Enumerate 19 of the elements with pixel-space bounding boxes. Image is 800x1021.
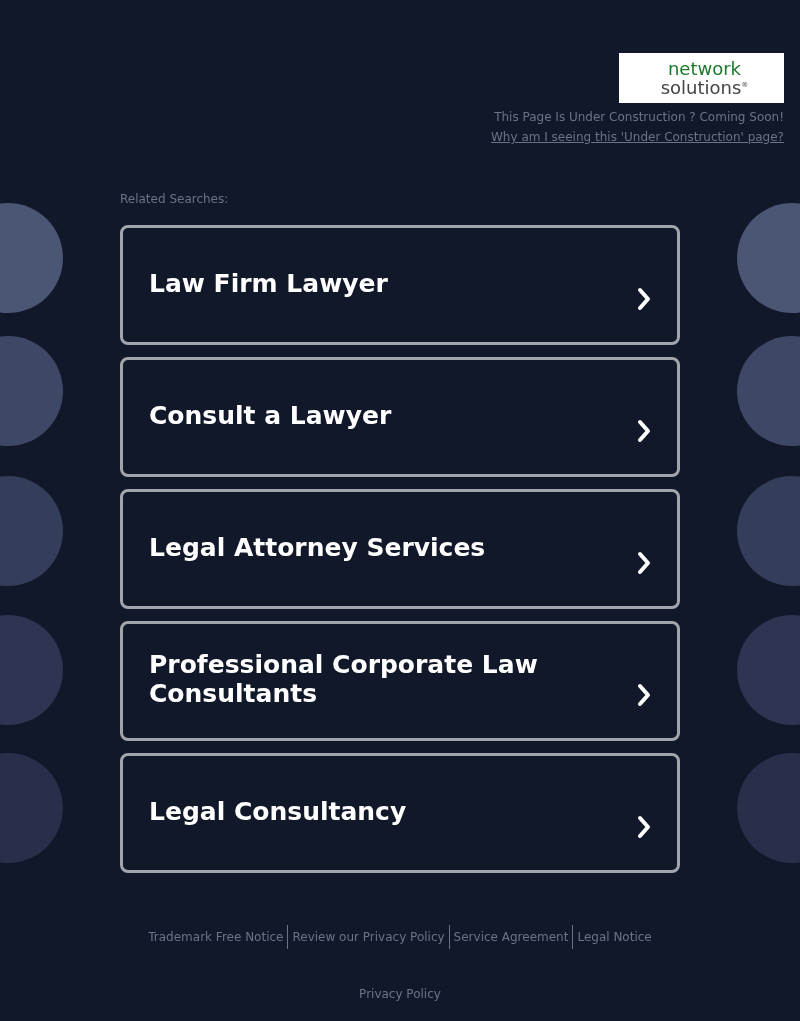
footer-link[interactable]: Review our Privacy Policy [288,930,449,944]
search-link-card[interactable]: Professional Corporate Law Consultants [120,621,680,741]
search-link-card[interactable]: Legal Attorney Services [120,489,680,609]
construction-notice: This Page Is Under Construction ? Coming Soon! [494,110,784,124]
footer-link[interactable]: Trademark Free Notice [144,930,288,944]
footer-link[interactable]: Service Agreement [449,930,573,944]
footer-link[interactable]: Legal Notice [573,930,656,944]
search-link-card[interactable]: Law Firm Lawyer [120,225,680,345]
chevron-right-icon [637,683,651,707]
chevron-right-icon [637,551,651,575]
related-searches-label: Related Searches: [120,192,230,206]
search-link-card[interactable]: Consult a Lawyer [120,357,680,477]
privacy-policy-link[interactable]: Privacy Policy [355,987,445,1001]
chevron-right-icon [637,815,651,839]
search-link-card[interactable]: Legal Consultancy [120,753,680,873]
chevron-right-icon [637,419,651,443]
logo[interactable]: network solutions$^{®}$ [619,53,784,103]
chevron-right-icon [637,287,651,311]
why-link[interactable]: Why am I seeing this 'Under Construction' page? [491,130,784,144]
